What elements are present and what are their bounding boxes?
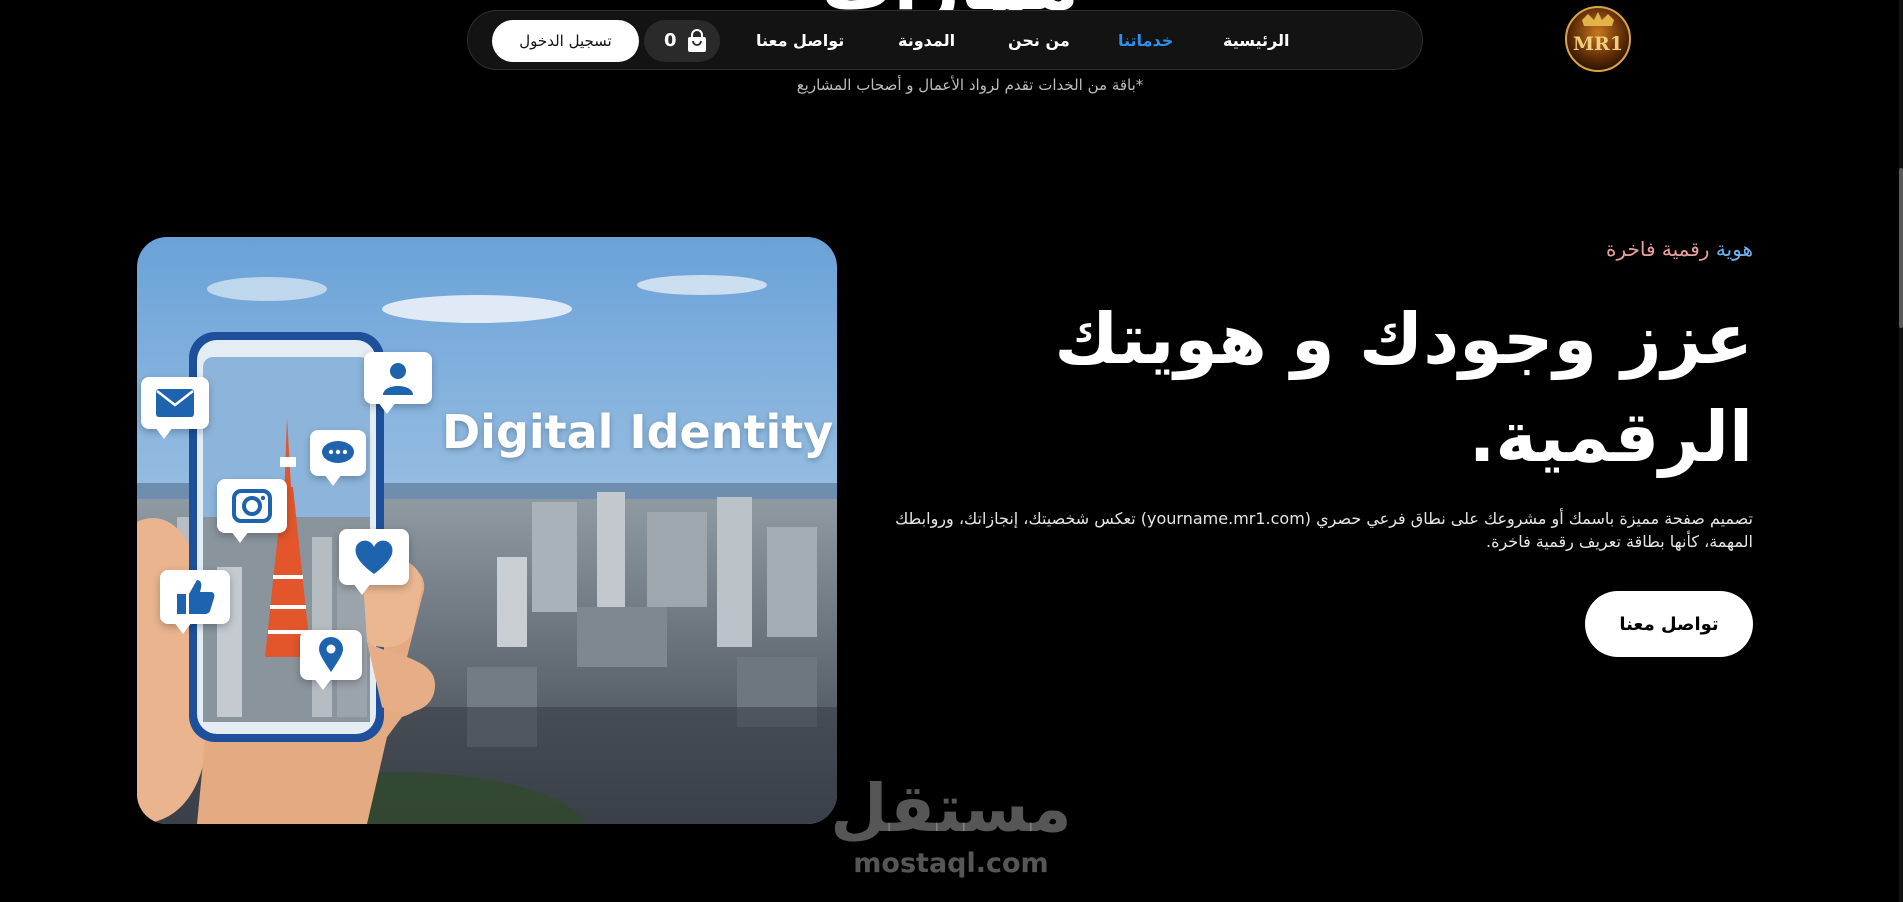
mail-bubble: [141, 377, 209, 439]
nav-link-blog[interactable]: المدونة: [898, 31, 955, 50]
like-bubble: [160, 570, 230, 634]
map-pin-icon: [319, 637, 343, 672]
thumbs-up-icon: [177, 580, 215, 614]
headline-line-2: الرقمية.: [1468, 396, 1753, 478]
main-navbar: الرئيسية خدماتنا من نحن المدونة تواصل مع…: [467, 10, 1423, 70]
eyebrow-rest: رقمية فاخرة: [1606, 237, 1710, 261]
hero-headline: عزز وجودك و هويتك الرقمية.: [1053, 290, 1753, 486]
camera-bubble: [217, 479, 287, 543]
digital-identity-title: Digital Identity: [442, 405, 834, 459]
brand-logo[interactable]: MR1: [1564, 5, 1632, 73]
heart-bubble: [339, 529, 409, 595]
nav-link-home[interactable]: الرئيسية: [1223, 31, 1290, 50]
user-icon: [383, 363, 413, 395]
watermark-latin: mostaql.com: [853, 848, 1049, 879]
shopping-bag-icon: [688, 29, 706, 52]
envelope-icon: [156, 389, 194, 417]
heart-icon: [355, 540, 393, 574]
page-scrollbar[interactable]: [1899, 0, 1903, 902]
nav-link-about[interactable]: من نحن: [1008, 31, 1070, 50]
chat-icon: [322, 441, 354, 463]
services-tagline: *باقة من الخدات تقدم لرواد الأعمال و أصح…: [796, 76, 1144, 94]
scrollbar-thumb[interactable]: [1899, 168, 1903, 328]
section-eyebrow: هوية رقمية فاخرة: [1606, 237, 1753, 261]
chat-bubble: [310, 430, 366, 486]
nav-link-contact[interactable]: تواصل معنا: [756, 31, 844, 50]
login-button[interactable]: تسجيل الدخول: [492, 20, 639, 62]
digital-identity-image: Digital Identity: [137, 237, 837, 824]
hero-description: تصميم صفحة مميزة باسمك أو مشروعك على نطا…: [895, 509, 1753, 551]
headline-line-1: عزز وجودك و هويتك: [1054, 298, 1753, 380]
camera-icon: [232, 489, 272, 523]
logo-lettering: MR1: [1573, 33, 1623, 55]
location-bubble: [300, 630, 362, 690]
eyebrow-accent: هوية: [1715, 237, 1753, 261]
profile-bubble: [364, 352, 432, 414]
nav-link-services[interactable]: خدماتنا: [1118, 31, 1173, 50]
cart-count: 0: [664, 30, 677, 51]
watermark-arabic: مستقل: [830, 770, 1072, 847]
contact-us-button[interactable]: تواصل معنا: [1585, 591, 1753, 657]
cart-button[interactable]: 0: [644, 20, 720, 62]
